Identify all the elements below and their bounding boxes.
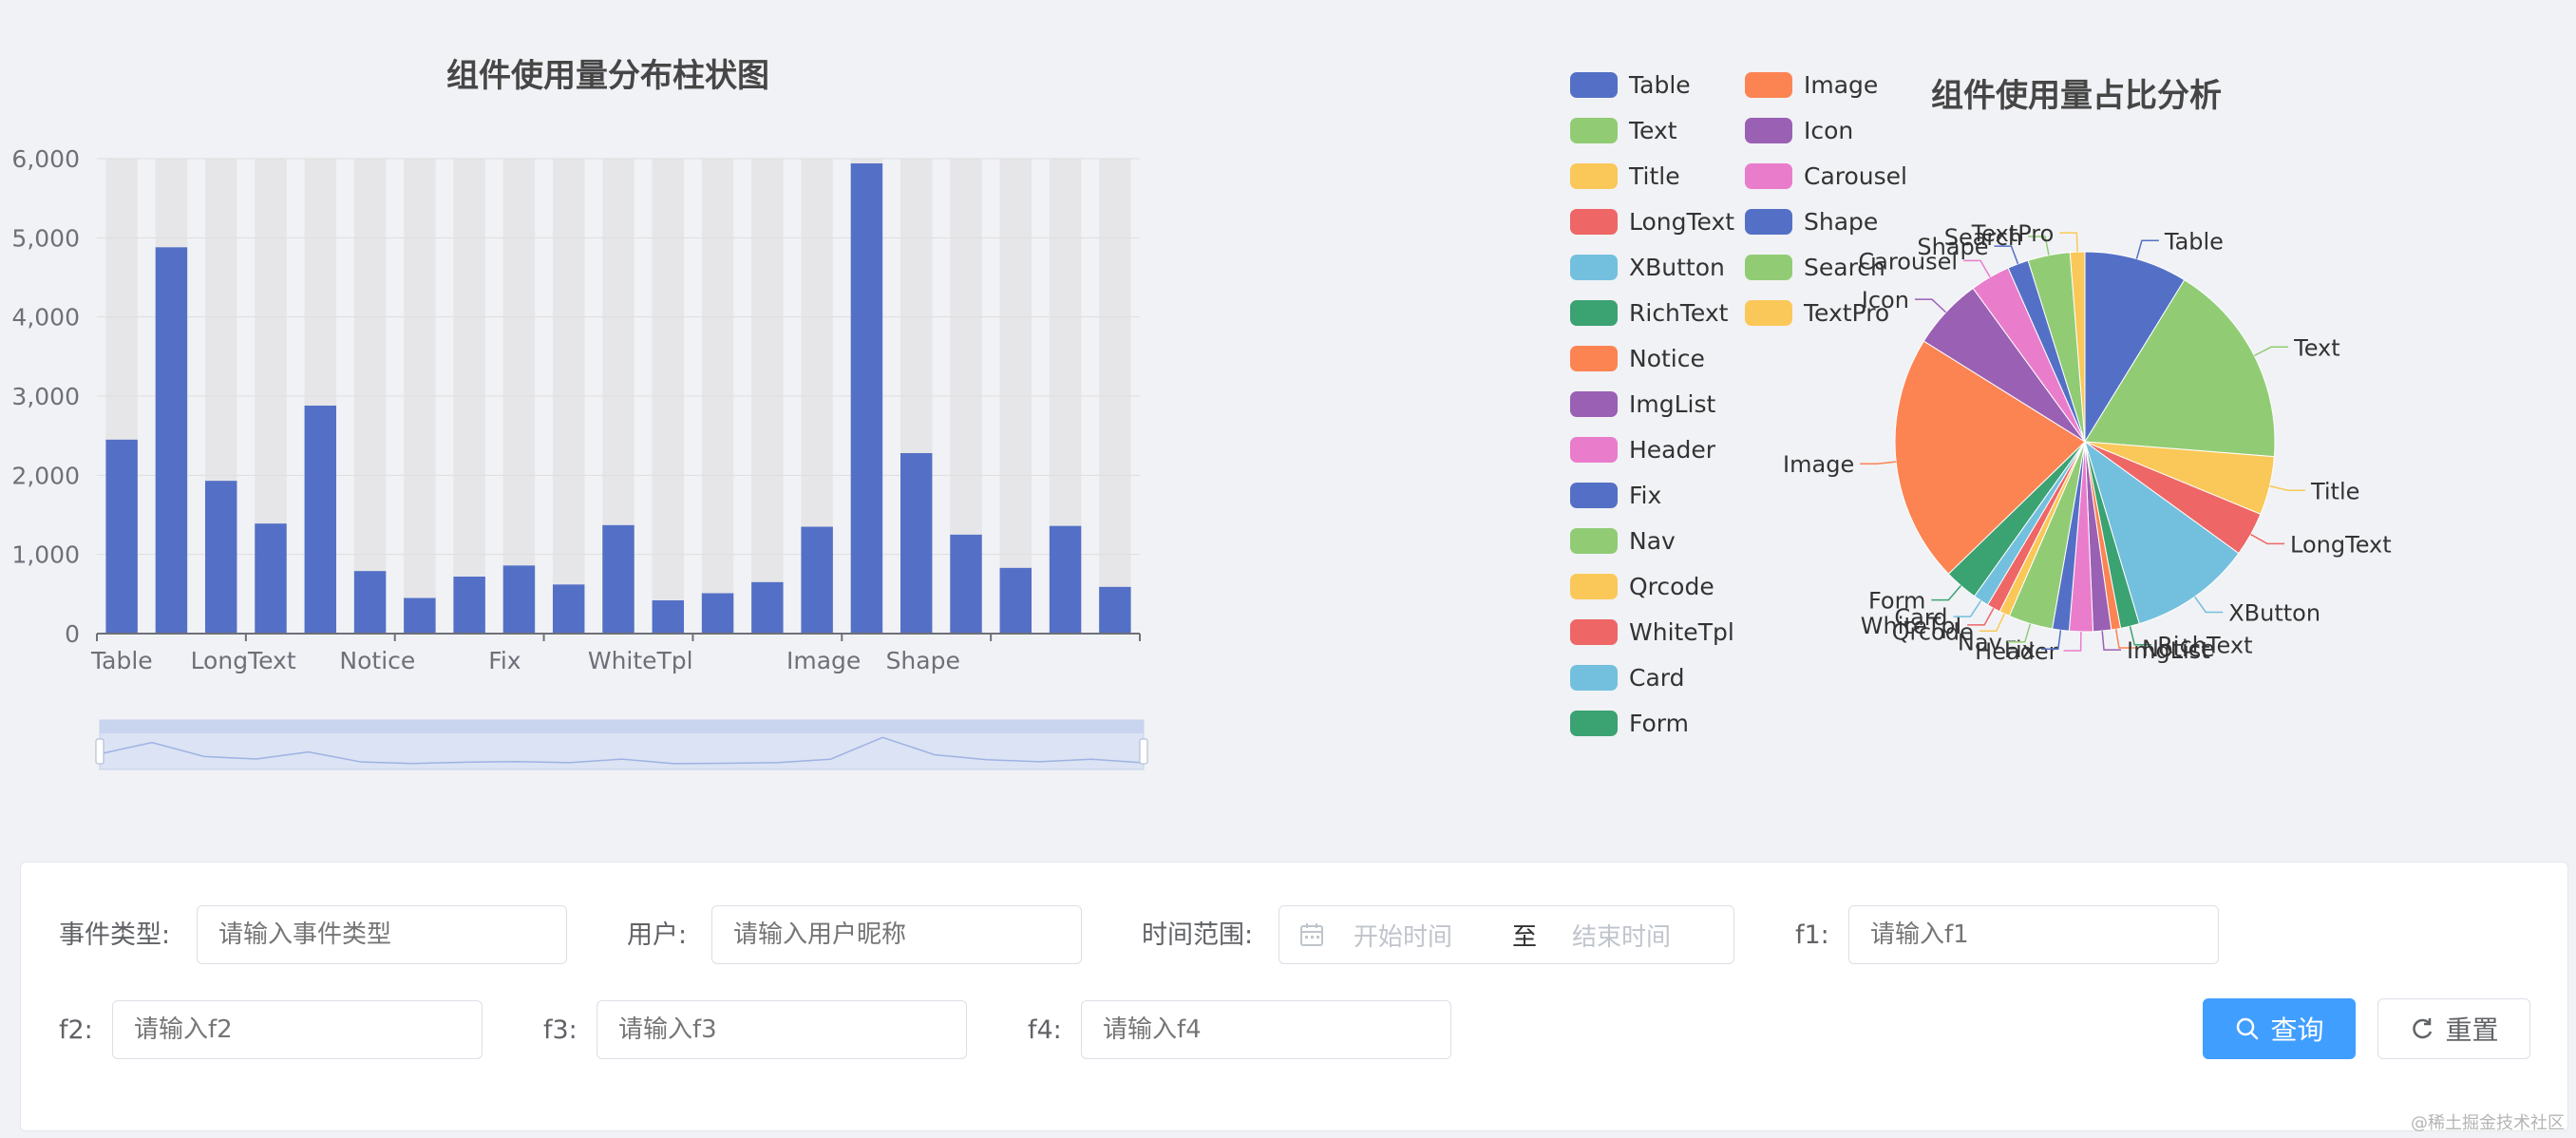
bar-Icon[interactable] — [950, 534, 982, 634]
bar-LongText[interactable] — [204, 481, 237, 634]
pie-label-line — [2135, 239, 2159, 259]
pie-label-Image: Image — [1783, 451, 1854, 478]
bar-Table[interactable] — [105, 439, 138, 634]
y-tick-label: 6,000 — [11, 145, 80, 173]
query-button-label: 查询 — [2270, 1015, 2324, 1046]
bar-Nav[interactable] — [652, 600, 685, 634]
user-label: 用户: — [627, 920, 688, 950]
bar-RichText[interactable] — [404, 597, 436, 635]
pie-label-Table: Table — [2164, 228, 2224, 255]
date-range-picker[interactable]: 开始时间 至 结束时间 — [1279, 905, 1734, 964]
calendar-icon — [1298, 921, 1325, 948]
pie-label-line — [2063, 631, 2082, 652]
range-separator: 至 — [1511, 922, 1537, 952]
refresh-icon — [2409, 1015, 2435, 1042]
pie-label-line — [2250, 533, 2285, 545]
pie-label-line — [1963, 259, 1991, 278]
data-zoom-right-handle[interactable] — [1139, 738, 1148, 765]
event-type-label: 事件类型: — [59, 920, 171, 950]
f2-label: f2: — [59, 1015, 93, 1045]
bar-Image[interactable] — [801, 526, 833, 635]
f4-label: f4: — [1028, 1015, 1062, 1045]
bar-Title[interactable] — [255, 523, 287, 634]
data-zoom-move-handle[interactable] — [100, 720, 1144, 733]
y-tick-label: 3,000 — [11, 383, 80, 410]
bar-Form[interactable] — [850, 163, 883, 634]
bar-Fix[interactable] — [502, 565, 536, 634]
pie-label-Title: Title — [2310, 478, 2359, 504]
pie-label-line — [2269, 484, 2305, 492]
x-tick-label: WhiteTpl — [588, 647, 693, 674]
f3-label: f3: — [543, 1015, 578, 1045]
pie-label-Text: Text — [2293, 334, 2340, 361]
event-type-input[interactable] — [197, 905, 567, 964]
pie-label-LongText: LongText — [2290, 531, 2392, 558]
pie-label-line — [1979, 613, 2005, 633]
bar-Search[interactable] — [1049, 525, 1082, 634]
pie-chart: TableTextTitleLongTextXButtonRichTextNot… — [1783, 220, 2392, 665]
reset-button[interactable]: 重置 — [2377, 998, 2530, 1059]
start-time-input[interactable]: 开始时间 — [1354, 918, 1477, 953]
bar-WhiteTpl[interactable] — [602, 524, 635, 634]
data-zoom-left-handle[interactable] — [95, 738, 104, 765]
bar-chart: 0 1,000 2,000 3,000 4,000 5,000 6,000 Table Long… — [11, 145, 1148, 770]
f1-label: f1: — [1795, 920, 1829, 950]
pie-label-TextPro: TextPro — [1971, 220, 2055, 247]
y-tick-label: 5,000 — [11, 224, 80, 252]
pie-label-line — [1931, 585, 1962, 601]
y-tick-label: 1,000 — [11, 541, 80, 569]
bar-Carousel[interactable] — [999, 567, 1032, 634]
x-tick-label: Table — [90, 647, 153, 674]
user-nickname-input[interactable] — [711, 905, 1082, 964]
bar-Qrcode[interactable] — [701, 593, 734, 635]
reset-button-label: 重置 — [2445, 1015, 2499, 1046]
pie-label-ImgList: ImgList — [2127, 637, 2210, 664]
watermark: @稀土掘金技术社区 — [2411, 1113, 2565, 1133]
bar-Notice[interactable] — [353, 571, 387, 634]
bar-Header[interactable] — [552, 584, 585, 634]
pie-label-line — [2194, 596, 2224, 614]
pie-label-Icon: Icon — [1862, 287, 1909, 313]
end-time-input[interactable]: 结束时间 — [1572, 918, 1695, 953]
x-tick-label: Fix — [488, 647, 521, 674]
f3-input[interactable] — [597, 1000, 967, 1059]
bar-Text[interactable] — [155, 247, 188, 634]
x-tick-label: LongText — [191, 647, 296, 674]
pie-label-line — [2253, 346, 2289, 357]
bar-Shape[interactable] — [900, 453, 933, 634]
bar-XButton[interactable] — [304, 406, 337, 634]
pie-label-line — [2059, 232, 2078, 253]
f2-input[interactable] — [112, 1000, 483, 1059]
x-tick-label: Image — [786, 647, 861, 674]
pie-label-XButton: XButton — [2228, 599, 2320, 626]
pie-label-Fix: Fix — [2004, 636, 2036, 663]
bar-TextPro[interactable] — [1099, 586, 1131, 634]
y-tick-label: 2,000 — [11, 462, 80, 489]
y-tick-label: 0 — [65, 620, 80, 648]
time-range-label: 时间范围: — [1142, 920, 1254, 950]
bar-ImgList[interactable] — [453, 577, 485, 634]
pie-label-Form: Form — [1868, 588, 1925, 615]
pie-label-line — [1860, 461, 1897, 465]
filter-form: 事件类型: 用户: 时间范围: 开始时间 至 结束时间 f1: f2: f3: … — [20, 862, 2568, 1131]
f1-input[interactable] — [1848, 905, 2219, 964]
x-tick-label: Shape — [886, 647, 960, 674]
search-icon — [2234, 1015, 2261, 1042]
x-tick-label: Notice — [339, 647, 415, 674]
y-tick-label: 4,000 — [11, 304, 80, 332]
pie-label-line — [1914, 298, 1947, 313]
f4-input[interactable] — [1081, 1000, 1451, 1059]
query-button[interactable]: 查询 — [2203, 998, 2356, 1059]
bar-Card[interactable] — [751, 581, 784, 634]
